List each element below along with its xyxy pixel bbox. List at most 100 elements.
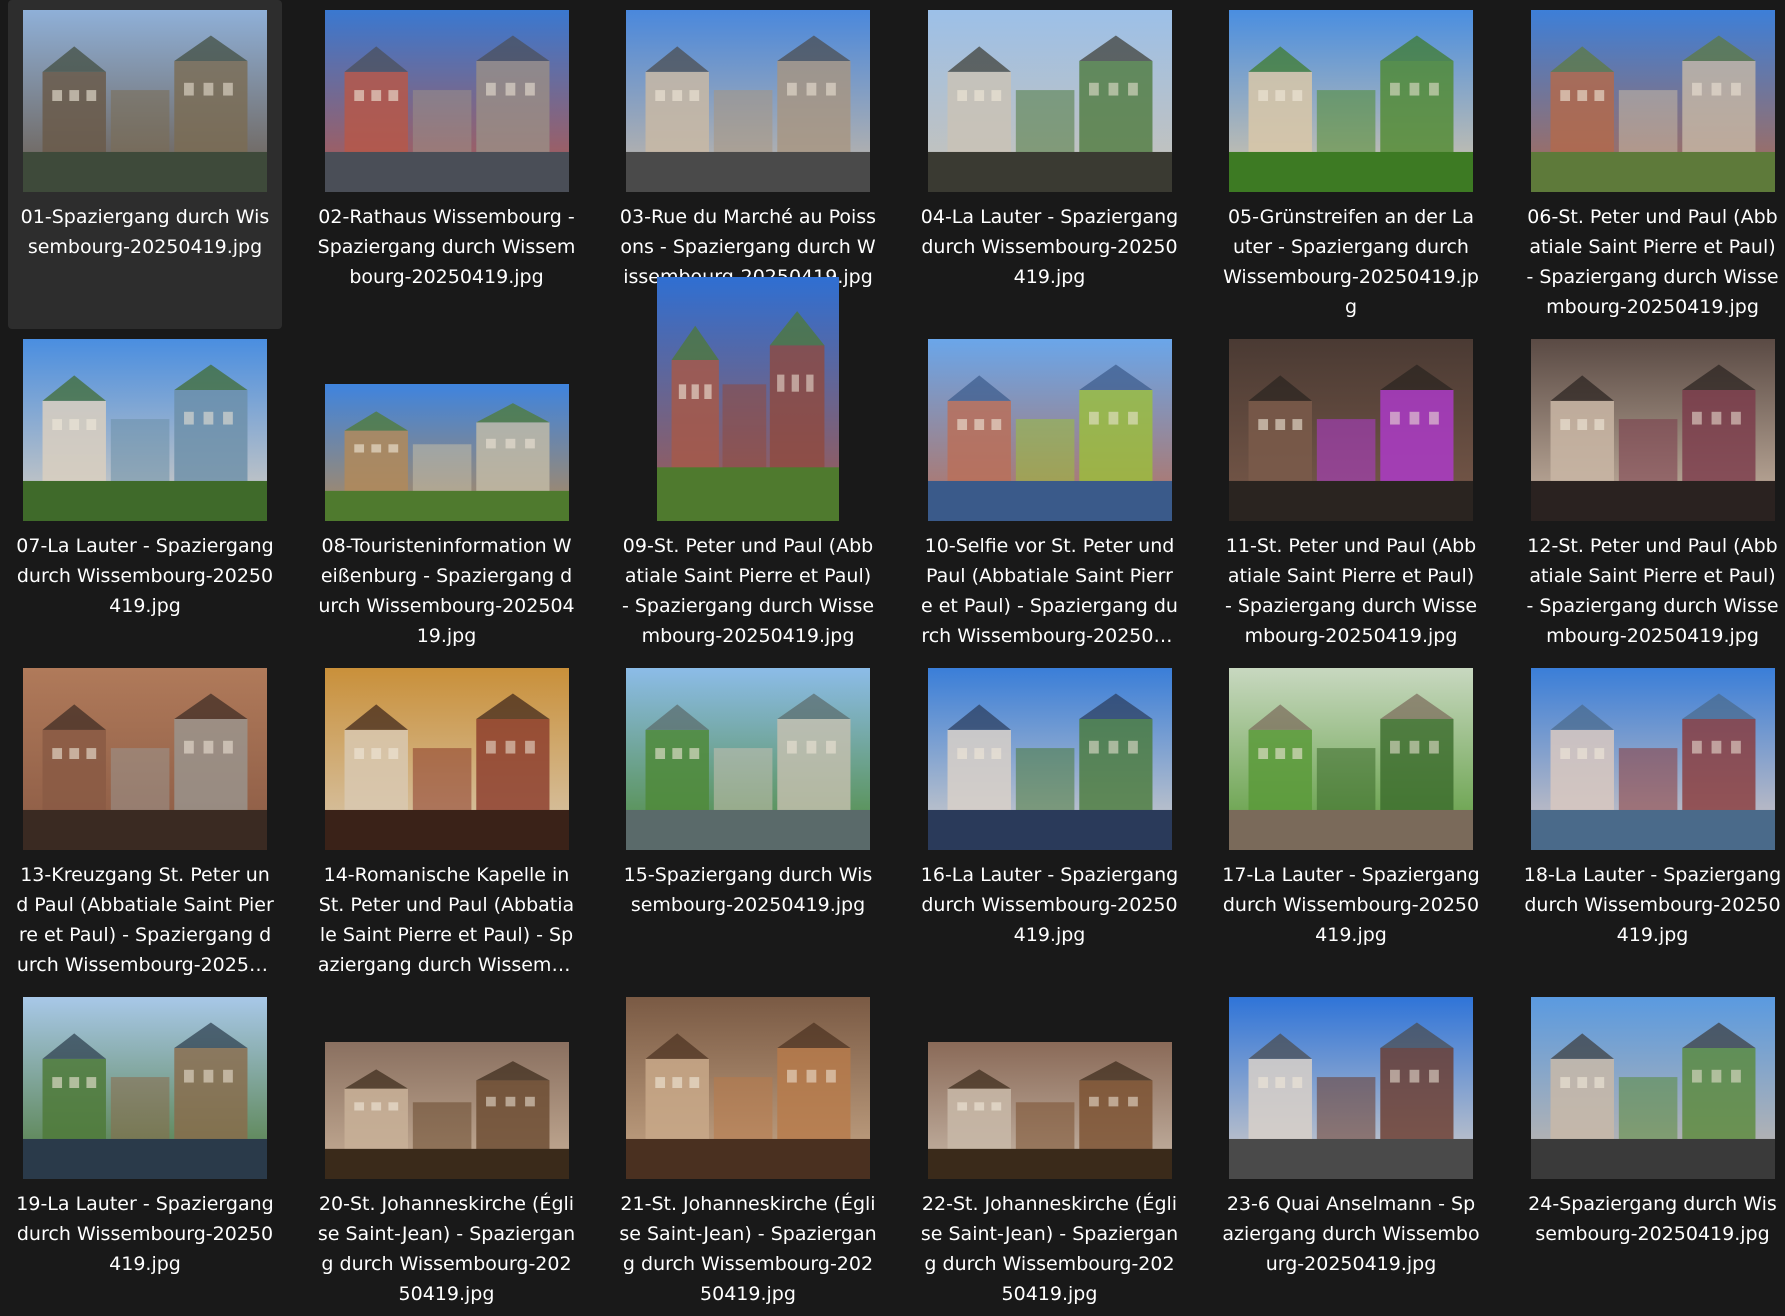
thumbnail-frame [913,987,1187,1179]
file-tile[interactable]: 21-St. Johanneskirche (Église Saint-Jean… [611,987,885,1316]
file-name: 14-Romanische Kapelle in St. Peter und P… [318,860,576,980]
thumbnail-image [1531,10,1775,192]
thumbnail-image [23,668,267,850]
file-tile[interactable]: 11-St. Peter und Paul (Abbatiale Saint P… [1214,329,1488,658]
file-tile[interactable]: 05-Grünstreifen an der Lauter - Spazierg… [1214,0,1488,329]
image-thumbnail[interactable] [928,339,1172,521]
image-thumbnail[interactable] [1531,668,1775,850]
file-tile[interactable]: 23-6 Quai Anselmann - Spaziergang durch … [1214,987,1488,1316]
file-name: 16-La Lauter - Spaziergang durch Wissemb… [921,860,1179,950]
file-tile[interactable]: 09-St. Peter und Paul (Abbatiale Saint P… [611,329,885,658]
image-thumbnail[interactable] [325,1042,569,1179]
file-name: 05-Grünstreifen an der Lauter - Spazierg… [1222,202,1480,322]
file-name: 15-Spaziergang durch Wissembourg-2025041… [619,860,877,920]
file-tile[interactable]: 17-La Lauter - Spaziergang durch Wissemb… [1214,658,1488,987]
thumbnail-image [325,10,569,192]
thumbnail-frame [1214,987,1488,1179]
thumbnail-image [23,339,267,521]
thumbnail-image [325,1042,569,1179]
thumbnail-frame [1214,329,1488,521]
image-thumbnail[interactable] [928,668,1172,850]
thumbnail-frame [8,0,282,192]
image-thumbnail[interactable] [626,668,870,850]
file-tile[interactable]: 07-La Lauter - Spaziergang durch Wissemb… [8,329,282,658]
image-thumbnail[interactable] [23,10,267,192]
file-tile[interactable]: 08-Touristeninformation Weißenburg - Spa… [310,329,584,658]
file-tile[interactable]: 20-St. Johanneskirche (Église Saint-Jean… [310,987,584,1316]
image-thumbnail[interactable] [928,10,1172,192]
file-tile[interactable]: 04-La Lauter - Spaziergang durch Wissemb… [913,0,1187,329]
file-tile[interactable]: 13-Kreuzgang St. Peter und Paul (Abbatia… [8,658,282,987]
thumbnail-frame [611,329,885,521]
image-thumbnail[interactable] [325,668,569,850]
thumbnail-image [626,668,870,850]
thumbnail-image [1229,339,1473,521]
thumbnail-image [928,10,1172,192]
file-name: 17-La Lauter - Spaziergang durch Wissemb… [1222,860,1480,950]
file-name: 09-St. Peter und Paul (Abbatiale Saint P… [619,531,877,651]
thumbnail-image [928,339,1172,521]
file-tile[interactable]: 18-La Lauter - Spaziergang durch Wissemb… [1516,658,1785,987]
thumbnail-image [1229,997,1473,1179]
file-name: 20-St. Johanneskirche (Église Saint-Jean… [318,1189,576,1309]
thumbnail-frame [8,329,282,521]
file-tile[interactable]: 10-Selfie vor St. Peter und Paul (Abbati… [913,329,1187,658]
file-name: 01-Spaziergang durch Wissembourg-2025041… [16,202,274,262]
thumbnail-image [1531,668,1775,850]
thumbnail-frame [611,658,885,850]
image-thumbnail[interactable] [1229,997,1473,1179]
thumbnail-image [626,997,870,1179]
image-thumbnail[interactable] [23,668,267,850]
image-thumbnail[interactable] [1229,10,1473,192]
thumbnail-image [325,384,569,521]
thumbnail-image [1229,668,1473,850]
thumbnail-frame [1214,658,1488,850]
thumbnail-frame [913,658,1187,850]
image-thumbnail[interactable] [23,339,267,521]
thumbnail-frame [310,329,584,521]
file-name: 13-Kreuzgang St. Peter und Paul (Abbatia… [16,860,274,980]
file-tile[interactable]: 19-La Lauter - Spaziergang durch Wissemb… [8,987,282,1316]
thumbnail-image [1229,10,1473,192]
image-thumbnail[interactable] [1229,339,1473,521]
file-tile[interactable]: 15-Spaziergang durch Wissembourg-2025041… [611,658,885,987]
file-name: 06-St. Peter und Paul (Abbatiale Saint P… [1524,202,1782,322]
image-thumbnail[interactable] [1531,997,1775,1179]
image-thumbnail[interactable] [325,10,569,192]
file-name: 02-Rathaus Wissembourg - Spaziergang dur… [318,202,576,292]
file-tile[interactable]: 16-La Lauter - Spaziergang durch Wissemb… [913,658,1187,987]
image-thumbnail[interactable] [1531,10,1775,192]
image-thumbnail[interactable] [928,1042,1172,1179]
thumbnail-frame [1516,658,1785,850]
image-thumbnail[interactable] [626,997,870,1179]
thumbnail-frame [8,658,282,850]
image-thumbnail[interactable] [23,997,267,1179]
image-thumbnail[interactable] [1531,339,1775,521]
thumbnail-image [928,668,1172,850]
file-name: 18-La Lauter - Spaziergang durch Wissemb… [1524,860,1782,950]
thumbnail-frame [8,987,282,1179]
thumbnail-frame [310,0,584,192]
thumbnail-frame [913,329,1187,521]
file-name: 11-St. Peter und Paul (Abbatiale Saint P… [1222,531,1480,651]
thumbnail-frame [1516,987,1785,1179]
file-tile[interactable]: 22-St. Johanneskirche (Église Saint-Jean… [913,987,1187,1316]
thumbnail-image [626,10,870,192]
thumbnail-image [325,668,569,850]
file-tile[interactable]: 01-Spaziergang durch Wissembourg-2025041… [8,0,282,329]
thumbnail-image [23,10,267,192]
file-name: 24-Spaziergang durch Wissembourg-2025041… [1524,1189,1782,1249]
image-thumbnail[interactable] [626,10,870,192]
thumbnail-image [657,277,839,521]
file-tile[interactable]: 12-St. Peter und Paul (Abbatiale Saint P… [1516,329,1785,658]
thumbnail-frame [1214,0,1488,192]
file-tile[interactable]: 24-Spaziergang durch Wissembourg-2025041… [1516,987,1785,1316]
file-name: 07-La Lauter - Spaziergang durch Wissemb… [16,531,274,621]
file-tile[interactable]: 02-Rathaus Wissembourg - Spaziergang dur… [310,0,584,329]
file-tile[interactable]: 14-Romanische Kapelle in St. Peter und P… [310,658,584,987]
file-tile[interactable]: 06-St. Peter und Paul (Abbatiale Saint P… [1516,0,1785,329]
thumbnail-image [1531,997,1775,1179]
image-thumbnail[interactable] [325,384,569,521]
image-thumbnail[interactable] [1229,668,1473,850]
image-thumbnail[interactable] [657,277,839,521]
